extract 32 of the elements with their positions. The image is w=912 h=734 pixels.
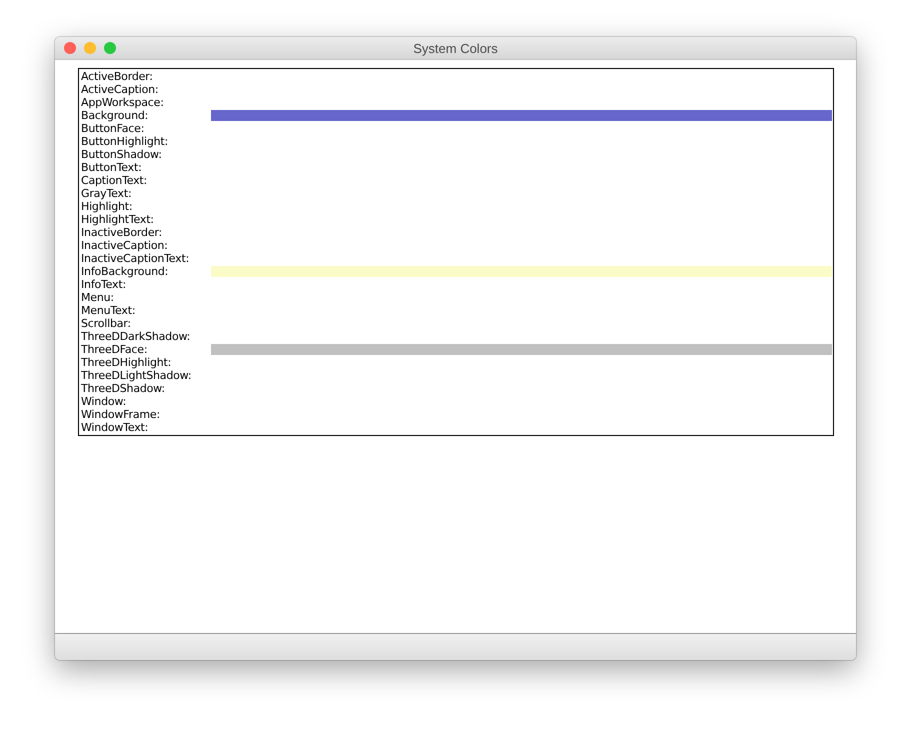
color-name: Highlight: <box>81 200 134 213</box>
color-name: GrayText: <box>81 187 132 200</box>
color-name: CaptionText: <box>81 174 148 187</box>
window-title: System Colors <box>413 40 498 56</box>
color-name: InfoBackground: <box>81 265 170 278</box>
color-name: InfoText: <box>81 278 127 291</box>
color-name: ButtonFace: <box>81 122 146 135</box>
minimize-button[interactable] <box>84 42 96 54</box>
color-name: ButtonShadow: <box>81 148 163 161</box>
color-name: ActiveCaption: <box>81 83 160 96</box>
close-button[interactable] <box>64 42 76 54</box>
color-name: HighlightText: <box>81 213 155 226</box>
color-name: Menu: <box>81 291 115 304</box>
zoom-button[interactable] <box>104 42 116 54</box>
color-name: WindowText: <box>81 421 150 434</box>
color-name: ButtonHighlight: <box>81 135 170 148</box>
color-name: ThreeDFace: <box>81 343 148 356</box>
color-name: Scrollbar: <box>81 317 132 330</box>
color-name: ThreeDHighlight: <box>81 356 172 369</box>
color-name: InactiveCaption: <box>81 239 169 252</box>
color-name: Window: <box>81 395 128 408</box>
color-name: ButtonText: <box>81 161 143 174</box>
color-name: Background: <box>81 109 150 122</box>
color-name: AppWorkspace: <box>81 96 165 109</box>
color-name: ThreeDShadow: <box>81 382 166 395</box>
color-name: ThreeDLightShadow: <box>81 369 192 382</box>
color-name: ThreeDDarkShadow: <box>81 330 192 343</box>
color-name: InactiveCaptionText: <box>81 252 190 265</box>
color-name: ActiveBorder: <box>81 70 154 83</box>
color-name: WindowFrame: <box>81 408 161 421</box>
color-name: InactiveBorder: <box>81 226 164 239</box>
color-name: MenuText: <box>81 304 136 317</box>
